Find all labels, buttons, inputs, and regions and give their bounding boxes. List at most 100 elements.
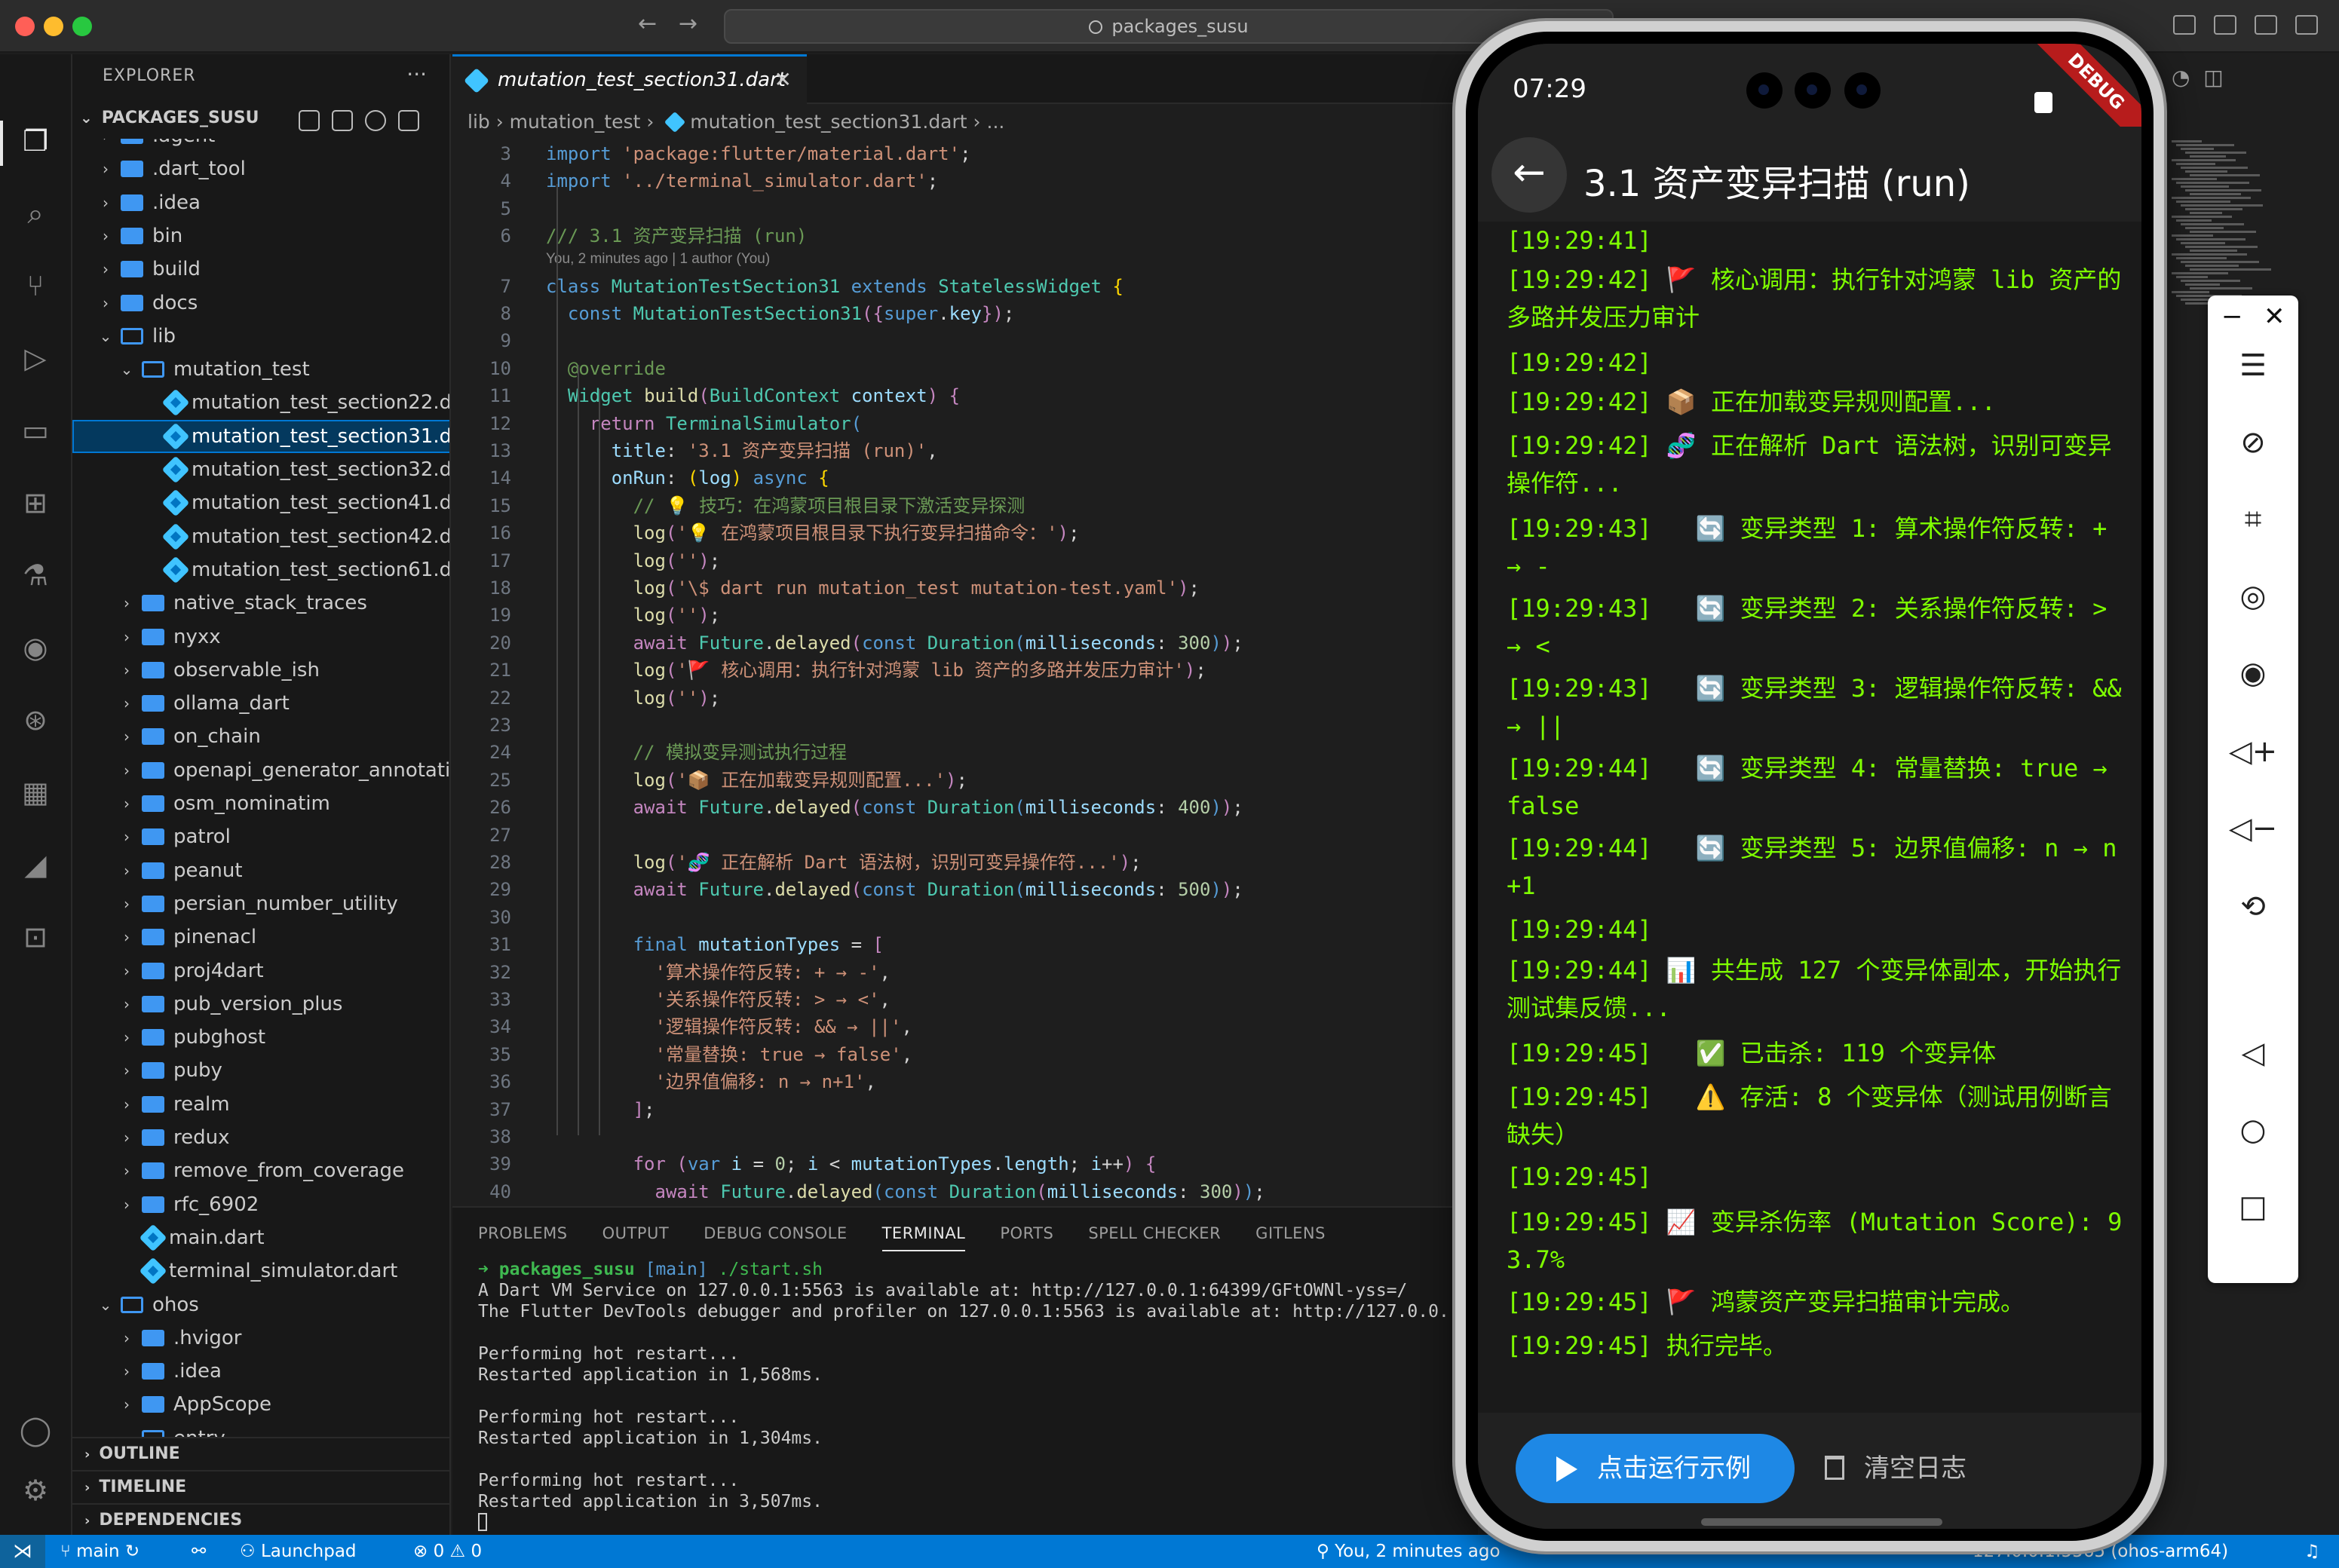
scan-icon[interactable]: ⊡ [17,918,54,956]
back-icon[interactable]: ◁ [2208,1027,2298,1080]
tree-folder-item[interactable]: ⌄ lib [72,320,449,353]
tree-folder-item[interactable]: › rfc_6902 [72,1188,449,1221]
dependencies-panel-header[interactable]: › DEPENDENCIES [72,1503,449,1535]
command-center-search[interactable]: packages_susu [724,9,1614,44]
back-button[interactable]: ← [1491,137,1567,213]
back-arrow-icon[interactable]: ← [638,11,657,37]
blame-status[interactable]: ⚲ You, 2 minutes ago [1317,1535,1501,1568]
toggle-secondary-sidebar-icon[interactable] [2295,15,2318,35]
menu-icon[interactable]: ☰ [2208,339,2298,392]
containers-icon[interactable]: ▦ [17,773,54,811]
tree-folder-item[interactable]: › .idea [72,1355,449,1388]
tree-folder-item[interactable]: › ollama_dart [72,687,449,720]
tab-spell-checker[interactable]: SPELL CHECKER [1088,1224,1221,1250]
breadcrumb-item[interactable]: mutation_test [510,111,641,133]
refresh-icon[interactable] [365,110,386,131]
volume-down-icon[interactable]: ◁− [2208,802,2298,855]
new-folder-icon[interactable] [332,110,353,131]
tree-folder-item[interactable]: › .idea [72,186,449,219]
tree-folder-item[interactable]: › peanut [72,854,449,887]
tree-folder-item[interactable]: › nyxx [72,620,449,654]
rotate-device-icon[interactable]: ⟲ [2208,880,2298,933]
tree-folder-item[interactable]: › openapi_generator_annotatio... [72,754,449,787]
tab-ports[interactable]: PORTS [1000,1224,1053,1250]
remote-indicator-icon[interactable]: ⋊ [0,1535,45,1568]
tree-folder-item[interactable]: ⌄ mutation_test [72,353,449,386]
tree-folder-item[interactable]: › AppScope [72,1388,449,1421]
tab-mutation-test-section31[interactable]: mutation_test_section31.dart ✕ [452,54,807,104]
extensions-icon[interactable]: ⊞ [17,484,54,522]
run-debug-icon[interactable]: ▷ [17,339,54,377]
live-share-icon[interactable]: ⚯ [192,1535,206,1568]
tab-problems[interactable]: PROBLEMS [478,1224,568,1250]
remote-explorer-icon[interactable]: ▭ [17,412,54,449]
run-example-button[interactable]: 点击运行示例 [1516,1434,1795,1503]
gitlens-icon[interactable]: ◉ [17,629,54,666]
breadcrumb-item[interactable]: mutation_test_section31.dart [690,111,967,133]
tree-file-item[interactable]: mutation_test_section61.dart [72,553,449,586]
problems-status[interactable]: ⊗ 0 ⚠ 0 [413,1535,482,1568]
minimize-emulator-icon[interactable]: − [2221,302,2243,332]
source-control-icon[interactable]: ⑂ [17,267,54,305]
tree-folder-item[interactable]: ⌄ ohos [72,1288,449,1321]
branch-status[interactable]: ⑂ main ↻ [60,1535,139,1568]
recents-icon[interactable]: □ [2208,1181,2298,1233]
tree-file-item[interactable]: mutation_test_section31.dart [72,419,449,453]
explorer-icon[interactable]: ❐ [17,122,54,160]
tab-terminal[interactable]: TERMINAL [881,1224,966,1251]
tree-file-item[interactable]: mutation_test_section22.dart [72,386,449,419]
timeline-panel-header[interactable]: › TIMELINE [72,1470,449,1503]
volume-up-icon[interactable]: ◁+ [2208,725,2298,778]
tree-folder-item[interactable]: › pub_version_plus [72,988,449,1021]
forward-arrow-icon[interactable]: → [679,11,697,37]
tree-folder-item[interactable]: › docs [72,286,449,320]
home-indicator[interactable] [1701,1518,1942,1526]
no-touch-icon[interactable]: ⊘ [2208,416,2298,469]
minimap[interactable] [2164,140,2271,314]
tree-folder-item[interactable]: › pinenacl [72,920,449,954]
code-editor[interactable]: 3 import 'package:flutter/material.dart';… [452,140,1478,1205]
layout-panels-icon[interactable] [2173,15,2196,35]
tree-folder-item[interactable]: › bin [72,219,449,253]
tree-folder-item[interactable]: › .dart_tool [72,152,449,185]
tab-debug-console[interactable]: DEBUG CONSOLE [704,1224,847,1250]
breadcrumb-item[interactable]: ... [987,111,1005,133]
tab-output[interactable]: OUTPUT [602,1224,670,1250]
close-tab-icon[interactable]: ✕ [774,67,792,92]
tree-file-item[interactable]: mutation_test_section32.dart [72,453,449,486]
clear-log-button[interactable]: 清空日志 [1825,1434,1967,1503]
zoom-window-button[interactable] [72,17,92,36]
outline-panel-header[interactable]: › OUTLINE [72,1437,449,1470]
tree-file-item[interactable]: terminal_simulator.dart [72,1254,449,1288]
tree-folder-item[interactable]: › persian_number_utility [72,887,449,920]
tree-file-item[interactable]: main.dart [72,1221,449,1254]
search-icon[interactable]: ⌕ [17,194,54,232]
minimize-window-button[interactable] [44,17,63,36]
tree-folder-item[interactable]: ⌄ entry [72,1422,449,1438]
phone-screen[interactable]: 07:29 DEBUG ← 3.1 资产变异扫描 (run) [19:29:41… [1478,44,2141,1529]
tree-folder-item[interactable]: › .agent [72,139,449,152]
tree-folder-item[interactable]: › on_chain [72,720,449,753]
tree-folder-item[interactable]: › proj4dart [72,954,449,988]
settings-gear-icon[interactable]: ⚙ [17,1472,54,1509]
tree-folder-item[interactable]: › puby [72,1054,449,1087]
breadcrumb-item[interactable]: lib [467,111,490,133]
screenshot-icon[interactable]: ◉ [2208,647,2298,700]
home-icon[interactable]: ○ [2208,1104,2298,1156]
account-icon[interactable]: ◯ [17,1411,54,1449]
tree-folder-item[interactable]: › native_stack_traces [72,586,449,620]
split-editor-icon[interactable]: ◫ [2203,65,2223,90]
tree-folder-item[interactable]: › redux [72,1121,449,1154]
tree-folder-item[interactable]: › realm [72,1088,449,1121]
tree-folder-item[interactable]: › osm_nominatim [72,787,449,820]
notifications-icon[interactable]: ♫ [2304,1535,2320,1568]
git-blame-annotation[interactable]: You, 2 minutes ago | 1 author (You) [546,249,770,270]
tree-folder-item[interactable]: › remove_from_coverage [72,1154,449,1187]
tree-folder-item[interactable]: › build [72,253,449,286]
toggle-sidebar-icon[interactable] [2214,15,2236,35]
tree-folder-item[interactable]: › observable_ish [72,654,449,687]
rotate-icon[interactable]: ◎ [2208,570,2298,623]
git-graph-icon[interactable]: ⊛ [17,701,54,739]
tree-folder-item[interactable]: › patrol [72,820,449,853]
new-file-icon[interactable] [299,110,320,131]
